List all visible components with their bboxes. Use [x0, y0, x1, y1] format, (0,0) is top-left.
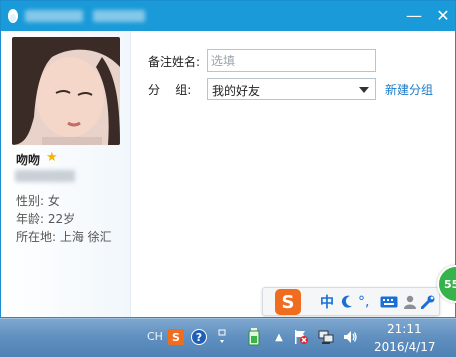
dropdown-arrow-icon — [359, 87, 369, 93]
location-text: 所在地: 上海 徐汇 — [16, 230, 112, 244]
language-indicator[interactable]: CH — [147, 330, 163, 343]
qq-penguin-icon — [8, 9, 18, 23]
help-icon[interactable]: ? — [191, 329, 207, 345]
volume-icon[interactable] — [342, 329, 358, 345]
age-text: 年龄: 22岁 — [16, 212, 76, 226]
punctuation-icon[interactable]: °, — [358, 293, 369, 311]
add-friend-dialog: — ✕ 吻吻 ★ 性别: 女 年龄: 22岁 所在地: 上海 徐汇 备注姓名: … — [0, 0, 456, 318]
title-blurred-text — [93, 10, 145, 22]
clock-time[interactable]: 21:11 — [387, 322, 422, 336]
title-blurred-text — [25, 10, 83, 22]
close-button[interactable]: ✕ — [430, 1, 456, 31]
action-center-flag-icon[interactable] — [293, 329, 309, 345]
nickname: 吻吻 — [16, 153, 41, 167]
title-bar[interactable]: — ✕ — [1, 1, 455, 31]
remark-name-input[interactable] — [207, 49, 376, 72]
taskbar: CH S ? ▲ 21:11 2016/4/17 — [0, 318, 456, 357]
wrench-icon[interactable] — [421, 293, 435, 311]
star-icon: ★ — [46, 150, 58, 165]
sogou-logo-icon[interactable]: S — [275, 289, 301, 315]
group-select-value: 我的好友 — [212, 84, 261, 98]
network-icon[interactable] — [318, 329, 334, 345]
avatar[interactable] — [12, 37, 120, 145]
keyboard-icon[interactable] — [380, 293, 398, 311]
show-hidden-icons-icon[interactable]: ▲ — [271, 329, 287, 345]
moon-icon[interactable] — [341, 293, 353, 311]
ime-language-toggle[interactable]: 中 — [320, 293, 334, 311]
sogou-tray-icon[interactable]: S — [168, 329, 184, 345]
ime-toolbar[interactable]: S 中 °, — [262, 287, 440, 316]
user-icon[interactable] — [404, 293, 416, 311]
new-group-link[interactable]: 新建分组 — [385, 81, 433, 98]
clock-date[interactable]: 2016/4/17 — [374, 340, 436, 354]
blurred-account-id — [15, 170, 75, 182]
usb-battery-icon[interactable] — [246, 328, 262, 346]
group-select[interactable]: 我的好友 — [207, 78, 376, 100]
minimize-button[interactable]: — — [401, 1, 427, 31]
group-label: 分 组: — [148, 83, 192, 97]
remark-label: 备注姓名: — [148, 55, 201, 69]
gender-text: 性别: 女 — [16, 194, 60, 208]
ime-settings-icon[interactable] — [214, 329, 230, 345]
